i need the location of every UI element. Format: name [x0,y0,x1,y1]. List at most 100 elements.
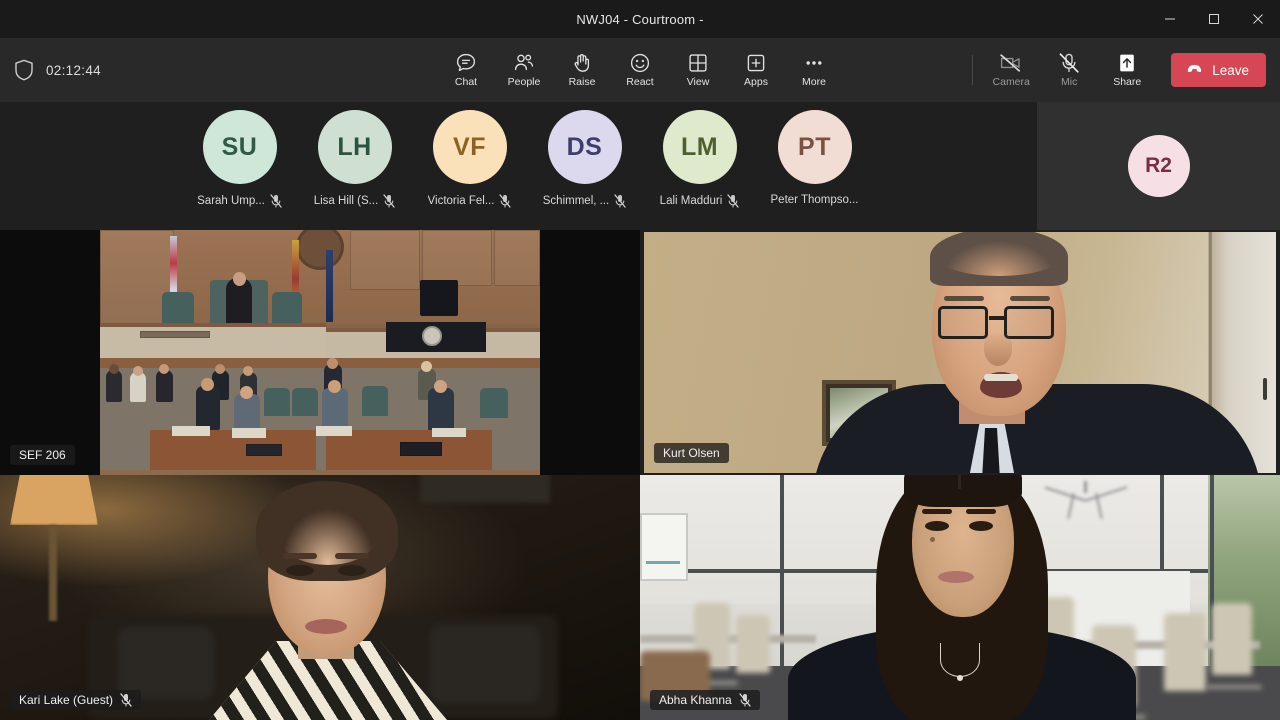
mic-toggle-button[interactable]: Mic [1041,42,1097,98]
video-cell-sef-206[interactable]: SEF 206 [0,230,640,475]
mic-label: Mic [1061,76,1078,89]
more-ellipsis-icon [803,52,825,74]
roster-participant-meta: Victoria Fel... [428,194,512,208]
roster-participant-ds[interactable]: DS Schimmel, ... [527,102,642,208]
close-button[interactable] [1236,0,1280,38]
video-cell-kurt-olsen[interactable]: Kurt Olsen [640,230,1280,475]
video-cell-kari-lake[interactable]: Kari Lake (Guest) [0,475,640,720]
roster-participant-meta: Schimmel, ... [543,194,626,208]
video-cell-abha-khanna[interactable]: Abha Khanna [640,475,1280,720]
video-participant-name: Kari Lake (Guest) [19,693,114,707]
view-grid-icon [687,52,709,74]
maximize-button[interactable] [1192,0,1236,38]
people-icon [513,52,535,74]
mic-off-icon [383,194,395,208]
avatar: SU [202,110,277,184]
roster-participant-lh[interactable]: LH Lisa Hill (S... [297,102,412,208]
abha-khanna-video-feed [640,475,1280,720]
raise-hand-label: Raise [568,76,596,89]
roster-participant-meta: Lali Madduri [660,194,740,208]
roster-participant-lm[interactable]: LM Lali Madduri [642,102,757,208]
camera-off-icon [999,52,1023,74]
raise-hand-button[interactable]: Raise [554,42,610,98]
share-button[interactable]: Share [1099,42,1155,98]
roster-participant-pt[interactable]: PT Peter Thompso... [757,102,872,206]
meeting-timer: 02:12:44 [46,62,101,78]
more-label: More [802,76,826,89]
leave-button[interactable]: Leave [1171,53,1266,87]
teams-meeting-window: NWJ04 - Courtroom - 02:12:44 Chat People… [0,0,1280,720]
participant-name: Lisa Hill (S... [313,195,379,207]
share-label: Share [1113,76,1142,89]
video-participant-name: Abha Khanna [659,693,732,707]
mic-off-icon [499,194,512,208]
roster-list: SU Sarah Ump... LH Lisa Hill (S... VF Vi… [0,102,872,208]
roster-participant-meta: Sarah Ump... [197,194,282,208]
kurt-olsen-video-feed [644,232,1276,473]
video-participant-name: Kurt Olsen [663,446,720,460]
people-label: People [507,76,541,89]
mic-off-icon [614,194,626,208]
chat-button[interactable]: Chat [438,42,494,98]
react-emoji-icon [629,52,651,74]
camera-label: Camera [992,76,1030,89]
raise-hand-icon [571,52,593,74]
minimize-button[interactable] [1148,0,1192,38]
participant-name: Sarah Ump... [197,195,265,207]
video-participant-name: SEF 206 [19,448,66,462]
mic-off-icon [1058,52,1080,74]
video-name-badge: Kari Lake (Guest) [10,690,142,710]
roster-participant-vf[interactable]: VF Victoria Fel... [412,102,527,208]
apps-label: Apps [744,76,768,89]
video-tile-active-speaker[interactable]: Kurt Olsen [644,232,1276,473]
participant-name: Victoria Fel... [427,195,495,207]
roster-participant-meta: Peter Thompso... [771,194,859,206]
react-label: React [626,76,654,89]
participant-name: Lali Madduri [659,195,723,207]
meeting-toolbar: 02:12:44 Chat People Raise React View Ap… [0,38,1280,102]
avatar: LH [317,110,392,184]
mic-off-icon [270,194,282,208]
more-button[interactable]: More [786,42,842,98]
mic-off-icon [120,693,132,707]
window-title: NWJ04 - Courtroom - [576,11,704,27]
chat-label: Chat [454,76,478,89]
toolbar-right: Camera Mic Share Leave [964,42,1266,98]
avatar: DS [547,110,622,184]
participant-roster: SU Sarah Ump... LH Lisa Hill (S... VF Vi… [0,102,1280,230]
courtroom-video-feed [0,230,640,475]
view-label: View [686,76,710,89]
title-bar: NWJ04 - Courtroom - [0,0,1280,38]
apps-button[interactable]: Apps [728,42,784,98]
toolbar-divider [972,55,974,85]
leave-label: Leave [1212,62,1249,78]
window-controls [1148,0,1280,38]
avatar: VF [432,110,507,184]
share-screen-icon [1116,52,1138,74]
avatar: PT [777,110,852,184]
participant-name: Schimmel, ... [542,195,610,207]
hangup-icon [1185,59,1204,81]
video-tile[interactable]: Abha Khanna [640,475,1280,720]
camera-toggle-button[interactable]: Camera [983,42,1039,98]
video-grid: SEF 206 Kurt Olsen Kari Lake (Guest) Abh… [0,230,1280,720]
video-name-badge: Kurt Olsen [654,443,729,463]
avatar: LM [662,110,737,184]
roster-participant-meta: Lisa Hill (S... [314,194,396,208]
participant-name: Peter Thompso... [770,194,859,206]
kari-lake-video-feed [0,475,640,720]
shield-icon [14,59,34,81]
roster-overflow-tile[interactable]: R2 [1037,102,1280,230]
avatar: R2 [1127,135,1190,197]
view-button[interactable]: View [670,42,726,98]
roster-participant-su[interactable]: SU Sarah Ump... [182,102,297,208]
people-button[interactable]: People [496,42,552,98]
react-button[interactable]: React [612,42,668,98]
video-name-badge: SEF 206 [10,445,75,465]
mic-off-icon [739,693,751,707]
video-tile[interactable]: Kari Lake (Guest) [0,475,640,720]
video-tile[interactable]: SEF 206 [0,230,640,475]
chat-icon [455,52,477,74]
toolbar-left: 02:12:44 [14,59,101,81]
video-name-badge: Abha Khanna [650,690,760,710]
